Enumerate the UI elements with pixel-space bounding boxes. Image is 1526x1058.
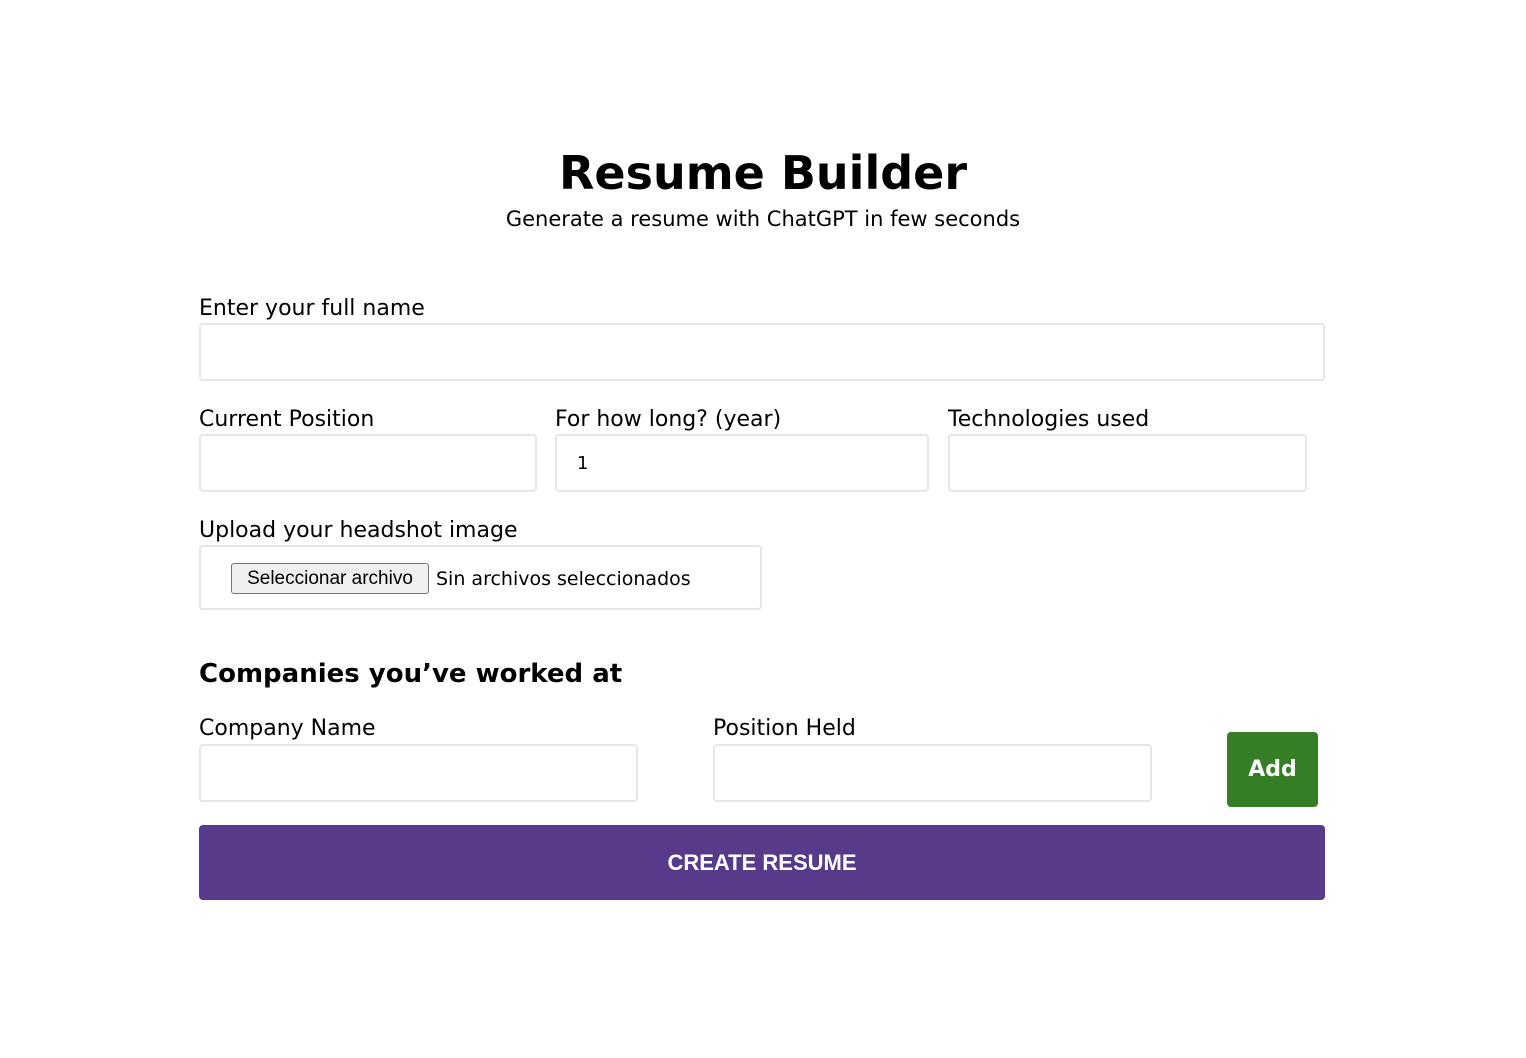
choose-file-button[interactable]: Seleccionar archivo [231,563,429,594]
headshot-file-input[interactable]: Seleccionar archivo Sin archivos selecci… [199,545,762,610]
file-status-text: Sin archivos seleccionados [436,568,691,590]
technologies-label: Technologies used [948,407,1150,432]
company-name-input[interactable] [199,744,638,802]
create-resume-button[interactable]: CREATE RESUME [199,825,1325,900]
current-position-label: Current Position [199,407,375,432]
current-position-input[interactable] [199,434,537,492]
add-company-button[interactable]: Add [1227,732,1318,807]
page-title: Resume Builder [558,146,968,200]
companies-heading: Companies you’ve worked at [199,659,623,689]
page-subtitle: Generate a resume with ChatGPT in few se… [505,207,1021,231]
years-label: For how long? (year) [555,407,782,432]
company-name-label: Company Name [199,716,376,741]
technologies-input[interactable] [948,434,1307,492]
position-held-label: Position Held [713,716,856,741]
full-name-input[interactable] [199,323,1325,381]
years-input[interactable] [555,434,929,492]
resume-builder-page: Resume Builder Generate a resume with Ch… [0,0,1526,1058]
position-held-input[interactable] [713,744,1152,802]
full-name-label: Enter your full name [199,296,425,321]
headshot-label: Upload your headshot image [199,518,518,543]
